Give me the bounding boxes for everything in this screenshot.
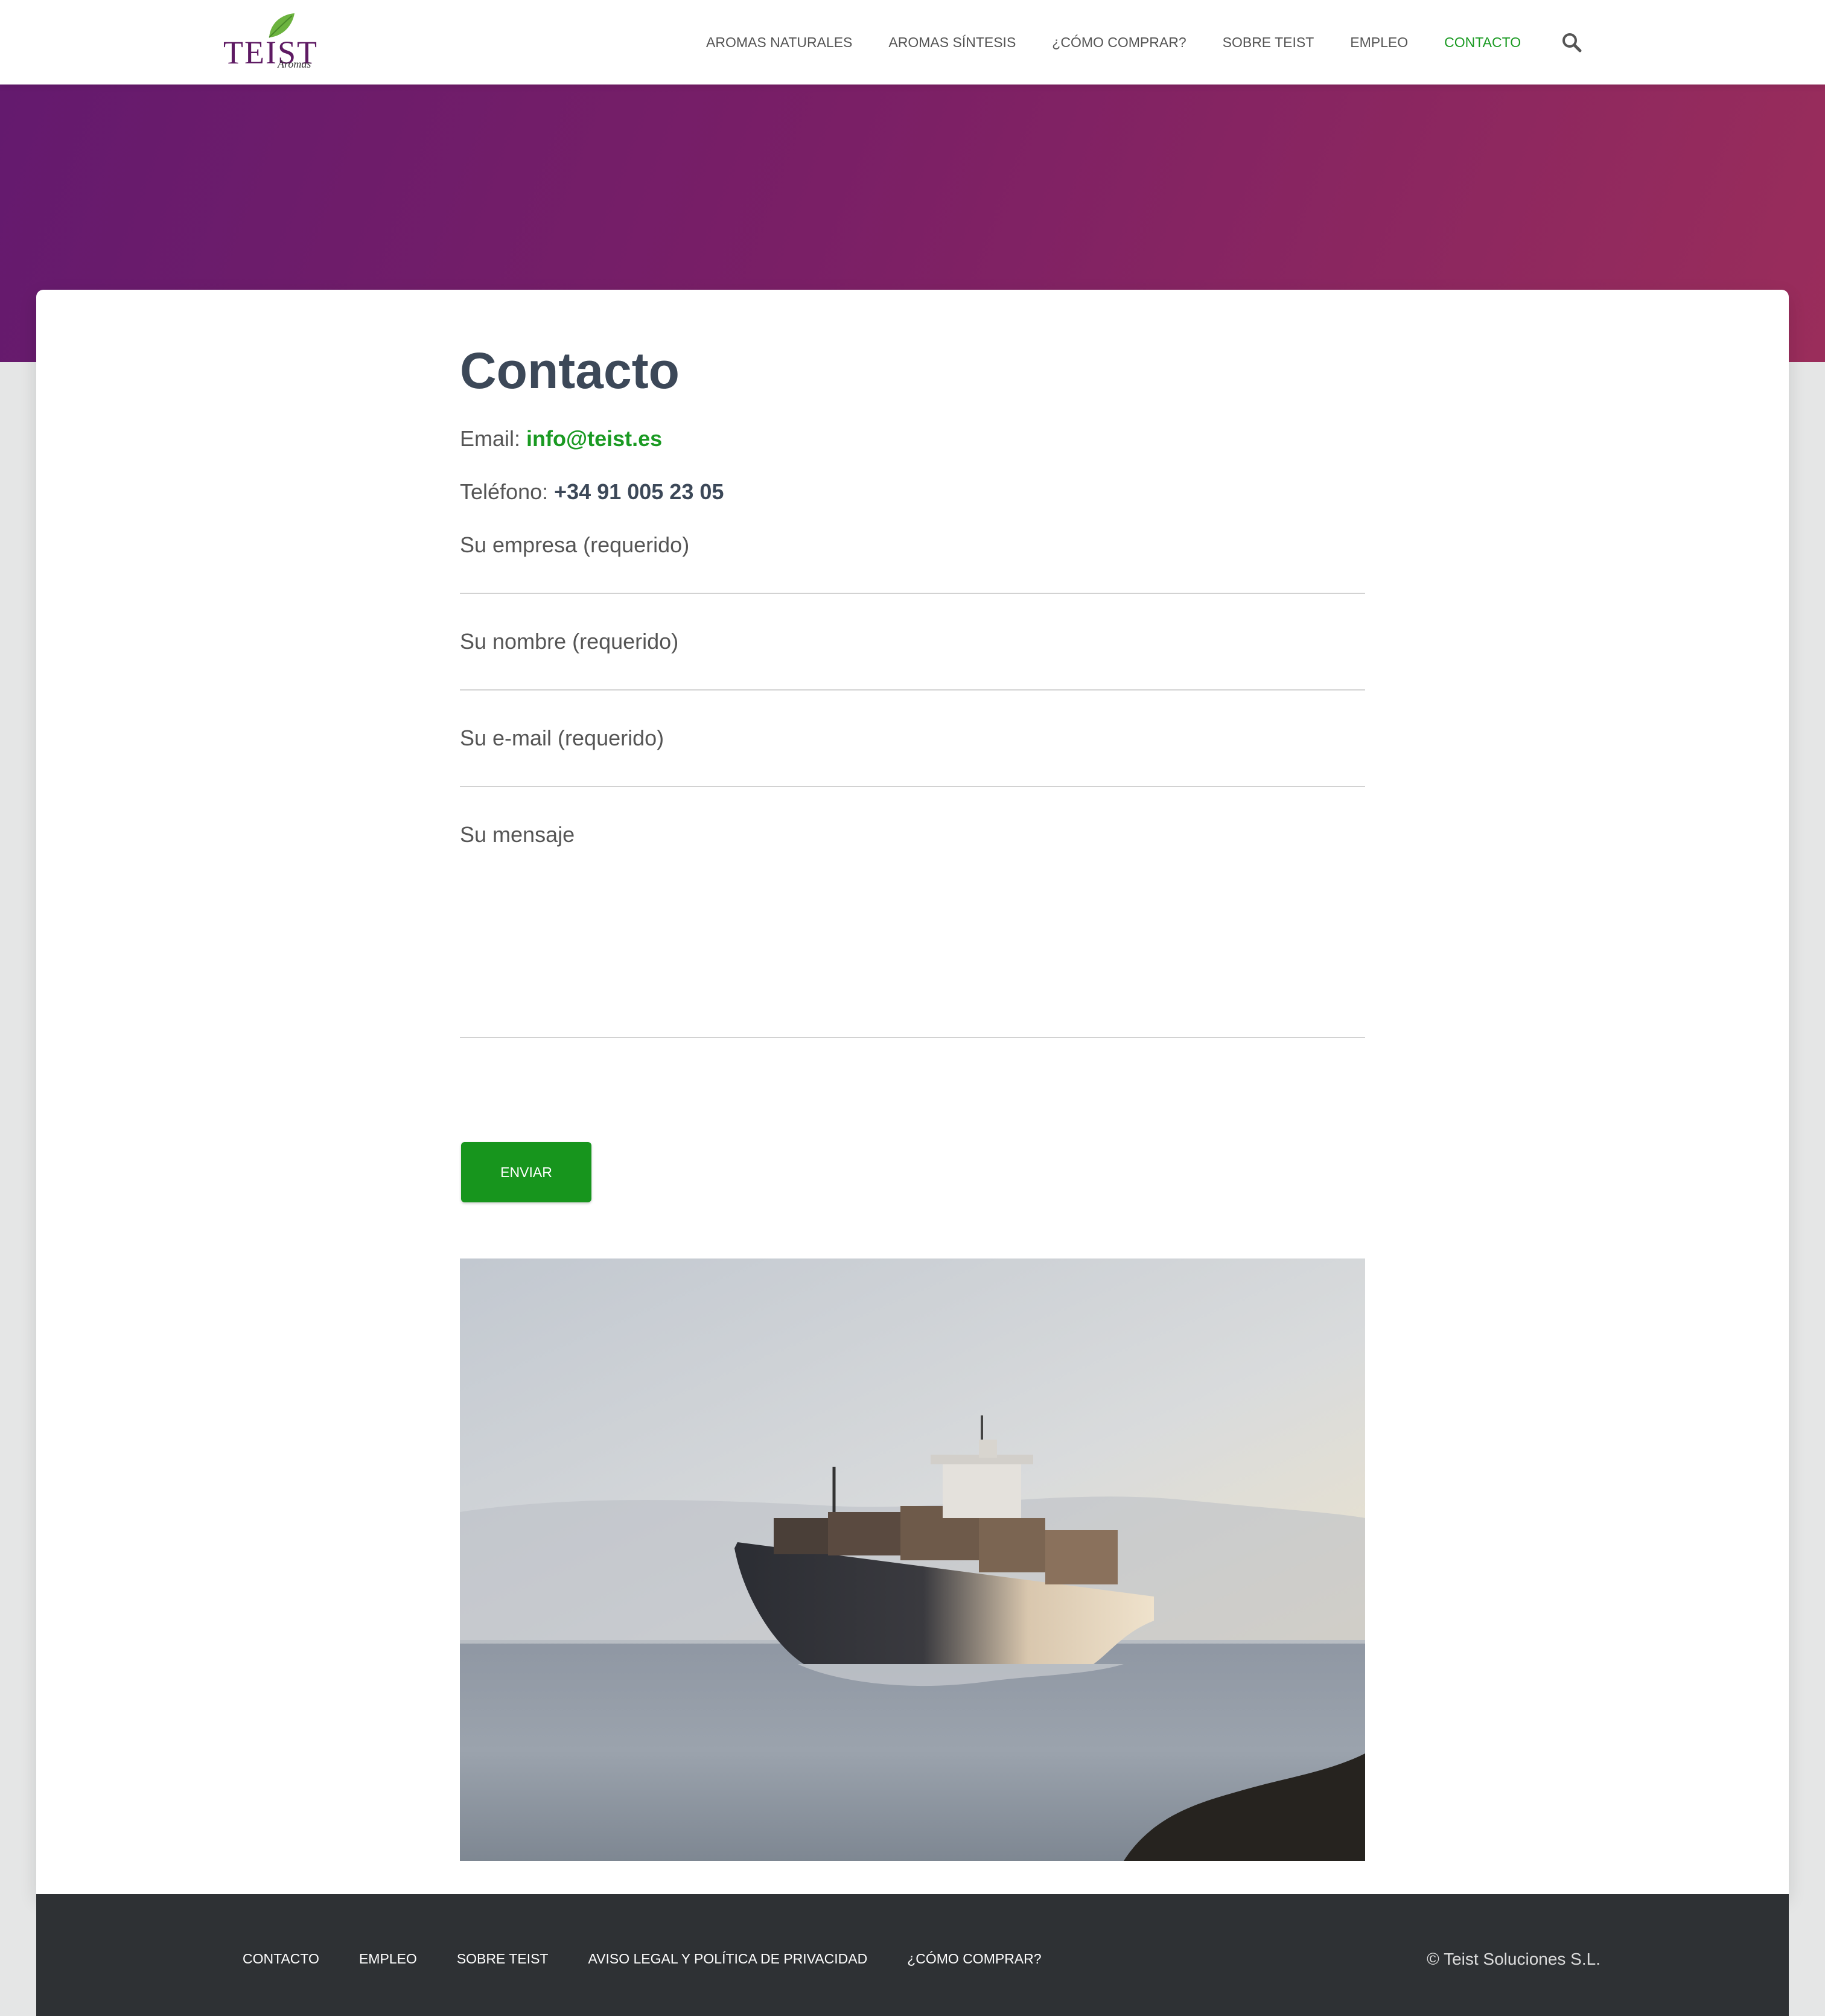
- nav-item-aromas-naturales[interactable]: AROMAS NATURALES: [706, 34, 852, 51]
- email-field: Su e-mail (requerido): [460, 726, 1365, 787]
- footer-link-como-comprar[interactable]: ¿CÓMO COMPRAR?: [907, 1951, 1041, 1967]
- main-card: Contacto Email: info@teist.es Teléfono: …: [36, 290, 1789, 1895]
- message-textarea[interactable]: [460, 858, 1365, 1033]
- name-input[interactable]: [460, 653, 1365, 689]
- site-footer: CONTACTO EMPLEO SOBRE TEIST AVISO LEGAL …: [36, 1894, 1789, 2016]
- email-link[interactable]: info@teist.es: [526, 426, 662, 451]
- footer-link-sobre-teist[interactable]: SOBRE TEIST: [457, 1951, 549, 1967]
- nav-item-empleo[interactable]: EMPLEO: [1350, 34, 1408, 51]
- message-field: Su mensaje: [460, 822, 1365, 1038]
- footer-link-empleo[interactable]: EMPLEO: [359, 1951, 417, 1967]
- phone-line: Teléfono: +34 91 005 23 05: [460, 479, 724, 505]
- cargo-ship-photo: [460, 1258, 1365, 1861]
- nav-item-sobre-teist[interactable]: SOBRE TEIST: [1223, 34, 1314, 51]
- main-nav: AROMAS NATURALES AROMAS SÍNTESIS ¿CÓMO C…: [706, 0, 1582, 85]
- phone-label: Teléfono:: [460, 479, 549, 504]
- phone-value: +34 91 005 23 05: [554, 479, 724, 504]
- footer-link-aviso-legal[interactable]: AVISO LEGAL Y POLÍTICA DE PRIVACIDAD: [588, 1951, 867, 1967]
- search-icon[interactable]: [1561, 31, 1582, 53]
- copyright-text: © Teist Soluciones S.L.: [1427, 1950, 1600, 1968]
- nav-item-contacto[interactable]: CONTACTO: [1444, 34, 1521, 51]
- brand-tagline: Aromas: [278, 58, 311, 70]
- email-line: Email: info@teist.es: [460, 426, 662, 451]
- company-field: Su empresa (requerido): [460, 532, 1365, 594]
- nav-item-aromas-sintesis[interactable]: AROMAS SÍNTESIS: [888, 34, 1016, 51]
- cargo-ship-illustration: [460, 1258, 1365, 1861]
- nav-item-como-comprar[interactable]: ¿CÓMO COMPRAR?: [1052, 34, 1186, 51]
- footer-link-contacto[interactable]: CONTACTO: [243, 1951, 319, 1967]
- email-field-label: Su e-mail (requerido): [460, 726, 664, 750]
- email-input[interactable]: [460, 750, 1365, 786]
- company-label: Su empresa (requerido): [460, 532, 690, 557]
- footer-nav: CONTACTO EMPLEO SOBRE TEIST AVISO LEGAL …: [243, 1951, 1081, 1967]
- message-label: Su mensaje: [460, 822, 575, 847]
- page-title: Contacto: [460, 342, 680, 399]
- company-input[interactable]: [460, 557, 1365, 593]
- email-label: Email:: [460, 426, 521, 451]
- site-header: TEIST Aromas AROMAS NATURALES AROMAS SÍN…: [0, 0, 1825, 85]
- name-field: Su nombre (requerido): [460, 629, 1365, 691]
- brand-logo[interactable]: TEIST Aromas: [223, 12, 320, 72]
- send-button[interactable]: ENVIAR: [461, 1142, 591, 1202]
- name-label: Su nombre (requerido): [460, 629, 679, 654]
